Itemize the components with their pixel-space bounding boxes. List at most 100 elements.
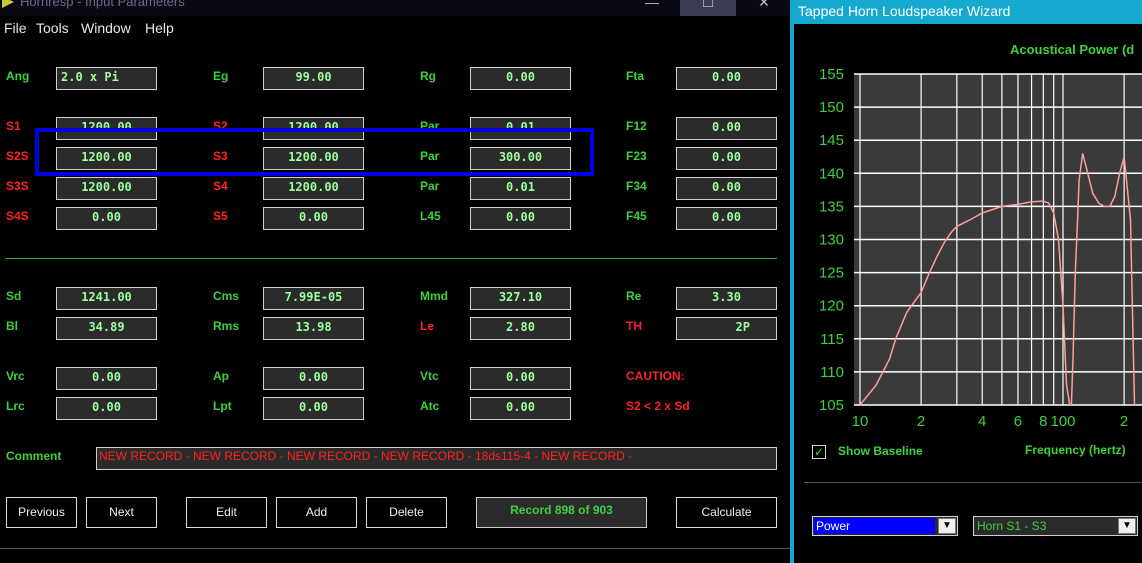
menu-tools[interactable]: Tools — [36, 20, 69, 36]
y-tick-label: 130 — [819, 232, 844, 249]
add-button[interactable]: Add — [276, 497, 357, 528]
calculate-button[interactable]: Calculate — [676, 497, 777, 528]
tapped-horn-wizard-window: Tapped Horn Loudspeaker Wizard Acoustica… — [794, 0, 1142, 563]
caution-message: S2 < 2 x Sd — [626, 399, 690, 413]
field-lrc[interactable]: 0.00 — [56, 397, 157, 420]
label-th: TH — [626, 319, 642, 333]
status-divider — [0, 548, 790, 549]
label-sd: Sd — [6, 289, 22, 303]
label-comment: Comment — [6, 449, 62, 463]
window-title: Hornresp - Input Parameters — [20, 0, 185, 9]
quantity-select[interactable]: Power ▼ — [812, 516, 958, 536]
label-f34: F34 — [626, 179, 647, 193]
y-tick-label: 135 — [819, 198, 844, 215]
horn-select[interactable]: Horn S1 - S3 ▼ — [973, 516, 1138, 536]
field-par-3[interactable]: 0.01 — [470, 177, 571, 200]
field-l45[interactable]: 0.00 — [470, 207, 571, 230]
label-l45: L45 — [420, 209, 441, 223]
label-vrc: Vrc — [6, 369, 25, 383]
field-s5[interactable]: 0.00 — [263, 207, 364, 230]
label-lpt: Lpt — [213, 399, 232, 413]
field-vtc[interactable]: 0.00 — [470, 367, 571, 390]
field-atc[interactable]: 0.00 — [470, 397, 571, 420]
next-button[interactable]: Next — [86, 497, 157, 528]
y-tick-label: 105 — [819, 397, 844, 414]
label-atc: Atc — [420, 399, 440, 413]
frequency-axis-label: Frequency (hertz) — [1025, 443, 1126, 457]
close-button[interactable]: ✕ — [736, 0, 790, 16]
label-rms: Rms — [213, 319, 240, 333]
field-cms[interactable]: 7.99E-05 — [263, 287, 364, 310]
menu-file[interactable]: File — [4, 20, 27, 36]
y-tick-label: 125 — [819, 265, 844, 282]
comment-field[interactable]: NEW RECORD - NEW RECORD - NEW RECORD - N… — [96, 447, 777, 470]
show-baseline-checkbox[interactable]: ✓ — [812, 445, 826, 459]
x-tick-label: 2 — [917, 413, 925, 430]
x-tick-label: 10 — [852, 413, 869, 430]
x-tick-label: 2 — [1120, 413, 1128, 430]
y-tick-label: 120 — [819, 298, 844, 315]
field-le[interactable]: 2.80 — [470, 317, 571, 340]
field-fta[interactable]: 0.00 — [676, 67, 777, 90]
section-divider — [6, 258, 777, 259]
label-s2s: S2S — [6, 149, 29, 163]
caution-title: CAUTION: — [626, 369, 685, 383]
y-tick-label: 115 — [820, 331, 844, 348]
menu-help[interactable]: Help — [145, 20, 174, 36]
label-f45: F45 — [626, 209, 647, 223]
field-th[interactable]: 2P — [676, 317, 777, 340]
field-f12[interactable]: 0.00 — [676, 117, 777, 140]
y-tick-label: 110 — [820, 364, 844, 381]
label-le: Le — [420, 319, 435, 333]
wizard-divider — [804, 482, 1142, 483]
label-rg: Rg — [420, 69, 436, 83]
field-s3s[interactable]: 1200.00 — [56, 177, 157, 200]
input-parameters-window: Hornresp - Input Parameters — ☐ ✕ File T… — [0, 0, 790, 563]
label-cms: Cms — [213, 289, 240, 303]
menu-window[interactable]: Window — [81, 20, 131, 36]
field-rms[interactable]: 13.98 — [263, 317, 364, 340]
previous-button[interactable]: Previous — [6, 497, 77, 528]
field-bl[interactable]: 34.89 — [56, 317, 157, 340]
field-re[interactable]: 3.30 — [676, 287, 777, 310]
field-f34[interactable]: 0.00 — [676, 177, 777, 200]
label-fta: Fta — [626, 69, 644, 83]
field-rg[interactable]: 0.00 — [470, 67, 571, 90]
field-f45[interactable]: 0.00 — [676, 207, 777, 230]
label-s5: S5 — [213, 209, 228, 223]
field-eg[interactable]: 99.00 — [263, 67, 364, 90]
label-mmd: Mmd — [420, 289, 448, 303]
field-vrc[interactable]: 0.00 — [56, 367, 157, 390]
maximize-button[interactable]: ☐ — [680, 0, 736, 16]
field-ang[interactable]: 2.0 x Pi — [56, 67, 157, 90]
horn-select-value: Horn S1 - S3 — [977, 519, 1047, 533]
field-ap[interactable]: 0.00 — [263, 367, 364, 390]
chevron-down-icon[interactable]: ▼ — [1118, 518, 1136, 534]
field-s4[interactable]: 1200.00 — [263, 177, 364, 200]
y-axis-ticks: 155 150 145 140 135 130 125 120 115 110 105 — [819, 66, 844, 414]
field-mmd[interactable]: 327.10 — [470, 287, 571, 310]
label-ang: Ang — [6, 69, 30, 83]
label-f12: F12 — [626, 119, 647, 133]
field-s4s[interactable]: 0.00 — [56, 207, 157, 230]
label-eg: Eg — [213, 69, 229, 83]
field-lpt[interactable]: 0.00 — [263, 397, 364, 420]
hornresp-app-icon — [2, 0, 14, 8]
label-par-3: Par — [420, 179, 440, 193]
field-sd[interactable]: 1241.00 — [56, 287, 157, 310]
label-s4: S4 — [213, 179, 228, 193]
x-tick-label: 100 — [1050, 413, 1075, 430]
chevron-down-icon[interactable]: ▼ — [938, 518, 956, 534]
minimize-button[interactable]: — — [624, 0, 680, 16]
show-baseline-label[interactable]: Show Baseline — [838, 444, 923, 458]
label-s3s: S3S — [6, 179, 29, 193]
field-f23[interactable]: 0.00 — [676, 147, 777, 170]
x-axis-ticks: 10 2 4 6 8 100 2 — [852, 413, 1129, 430]
x-tick-label: 6 — [1014, 413, 1022, 430]
title-bar: Hornresp - Input Parameters — ☐ ✕ — [0, 0, 790, 16]
y-tick-label: 145 — [819, 132, 844, 149]
delete-button[interactable]: Delete — [366, 497, 447, 528]
record-indicator: Record 898 of 903 — [476, 497, 647, 528]
label-s4s: S4S — [6, 209, 29, 223]
edit-button[interactable]: Edit — [186, 497, 267, 528]
